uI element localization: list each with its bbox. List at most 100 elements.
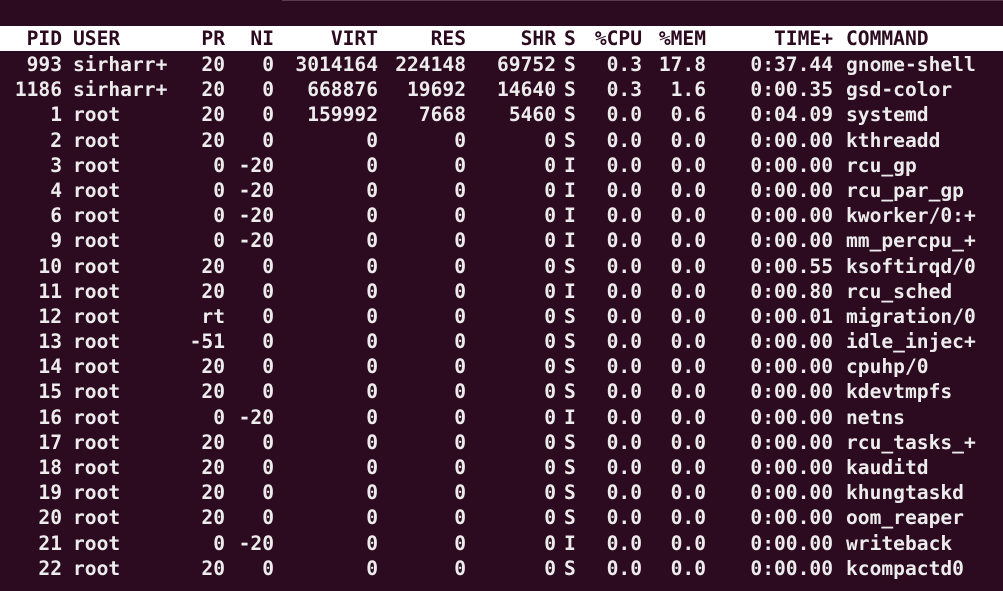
cell-mem: 0.0 bbox=[670, 229, 706, 253]
cell-cpu: 0.0 bbox=[606, 481, 642, 505]
cell-pr: rt bbox=[201, 304, 225, 328]
cell-pr: 20 bbox=[201, 481, 225, 505]
cell-shr: 0 bbox=[544, 229, 556, 253]
cell-ni: -20 bbox=[238, 531, 274, 555]
cell-res: 224148 bbox=[395, 53, 466, 76]
cell-pid: 9 bbox=[50, 229, 62, 253]
cell-virt: 0 bbox=[366, 531, 378, 555]
cell-command: idle_injec+ bbox=[846, 330, 976, 354]
cell-shr: 5460 bbox=[508, 103, 556, 127]
cell-pid: 1 bbox=[50, 103, 62, 127]
cell-ni: 0 bbox=[262, 103, 274, 127]
cell-pr: 0 bbox=[213, 531, 225, 555]
table-row: 13 root -51 0 0 0 0 S 0.0 0.0 0:00.00 idle_injec+ bbox=[0, 329, 1003, 354]
cell-user: root bbox=[73, 330, 121, 354]
cell-mem: 0.0 bbox=[670, 481, 706, 505]
cell-virt: 0 bbox=[366, 556, 378, 580]
table-row: 11 root 20 0 0 0 0 I 0.0 0.0 0:00.80 rcu_sched bbox=[0, 279, 1003, 304]
table-row: 21 root 0 -20 0 0 0 I 0.0 0.0 0:00.00 writeback bbox=[0, 531, 1003, 556]
cell-ni: 0 bbox=[262, 78, 274, 102]
cell-ni: 0 bbox=[262, 556, 274, 580]
cell-mem: 0.0 bbox=[670, 153, 706, 177]
cell-shr: 0 bbox=[544, 531, 556, 555]
cell-command: kdevtmpfs bbox=[846, 380, 953, 404]
cell-time: 0:00.00 bbox=[750, 128, 833, 152]
cell-shr: 0 bbox=[544, 481, 556, 505]
cell-mem: 0.0 bbox=[670, 355, 706, 379]
cell-res: 0 bbox=[454, 506, 466, 530]
cell-pid: 19 bbox=[38, 481, 62, 505]
cell-shr: 0 bbox=[544, 330, 556, 354]
cell-virt: 0 bbox=[366, 229, 378, 253]
cell-virt: 159992 bbox=[307, 103, 378, 127]
cell-mem: 0.0 bbox=[670, 456, 706, 479]
cell-cpu: 0.0 bbox=[606, 355, 642, 379]
cell-ni: 0 bbox=[262, 279, 274, 303]
cell-time: 0:00.00 bbox=[750, 153, 833, 177]
cell-mem: 0.0 bbox=[670, 178, 706, 202]
cell-shr: 0 bbox=[544, 380, 556, 404]
cell-res: 0 bbox=[454, 254, 466, 278]
table-row: 14 root 20 0 0 0 0 S 0.0 0.0 0:00.00 cpuhp/0 bbox=[0, 354, 1003, 379]
cell-user: sirharr+ bbox=[73, 78, 168, 102]
cell-shr: 0 bbox=[544, 456, 556, 479]
cell-virt: 668876 bbox=[307, 78, 378, 102]
cell-state: S bbox=[564, 53, 576, 76]
cell-pid: 15 bbox=[38, 380, 62, 404]
cell-user: root bbox=[73, 153, 121, 177]
cell-time: 0:00.55 bbox=[750, 254, 833, 278]
cell-pr: 20 bbox=[201, 128, 225, 152]
cell-user: sirharr+ bbox=[73, 53, 168, 76]
cell-state: S bbox=[564, 103, 576, 127]
cell-res: 0 bbox=[454, 178, 466, 202]
cell-ni: 0 bbox=[262, 456, 274, 479]
column-header-cpu: %CPU bbox=[594, 27, 642, 50]
cell-pr: 20 bbox=[201, 78, 225, 102]
cell-ni: 0 bbox=[262, 430, 274, 454]
cell-pid: 2 bbox=[50, 128, 62, 152]
cell-pid: 16 bbox=[38, 405, 62, 429]
cell-mem: 0.0 bbox=[670, 279, 706, 303]
cell-user: root bbox=[73, 254, 121, 278]
cell-time: 0:00.00 bbox=[750, 506, 833, 530]
cell-virt: 0 bbox=[366, 330, 378, 354]
cell-ni: 0 bbox=[262, 53, 274, 76]
cell-user: root bbox=[73, 531, 121, 555]
cell-state: I bbox=[564, 229, 576, 253]
cell-shr: 0 bbox=[544, 355, 556, 379]
cell-command: kthreadd bbox=[846, 128, 941, 152]
table-row: 19 root 20 0 0 0 0 S 0.0 0.0 0:00.00 khungtaskd bbox=[0, 480, 1003, 505]
cell-virt: 0 bbox=[366, 279, 378, 303]
cell-virt: 0 bbox=[366, 430, 378, 454]
cell-command: kauditd bbox=[846, 456, 929, 479]
cell-ni: -20 bbox=[238, 405, 274, 429]
table-row: 6 root 0 -20 0 0 0 I 0.0 0.0 0:00.00 kworker/0:+ bbox=[0, 203, 1003, 228]
cell-command: kcompactd0 bbox=[846, 556, 964, 580]
column-header-pid: PID bbox=[26, 27, 62, 50]
cell-virt: 3014164 bbox=[295, 53, 378, 76]
process-table-header: PID USER PR NI VIRT RES SHR S %CPU %MEM … bbox=[0, 26, 1003, 51]
process-table-body: 993 sirharr+ 20 0 3014164 224148 69752 S 0.3 17.8… bbox=[0, 52, 1003, 581]
cell-time: 0:00.35 bbox=[750, 78, 833, 102]
cell-user: root bbox=[73, 304, 121, 328]
cell-state: S bbox=[564, 556, 576, 580]
cell-pid: 13 bbox=[38, 330, 62, 354]
cell-pr: 0 bbox=[213, 153, 225, 177]
cell-cpu: 0.0 bbox=[606, 304, 642, 328]
cell-res: 0 bbox=[454, 481, 466, 505]
cell-pr: 20 bbox=[201, 254, 225, 278]
cell-shr: 0 bbox=[544, 506, 556, 530]
cell-shr: 0 bbox=[544, 128, 556, 152]
cell-state: S bbox=[564, 456, 576, 479]
cell-pid: 3 bbox=[50, 153, 62, 177]
cell-pid: 4 bbox=[50, 178, 62, 202]
cell-command: rcu_gp bbox=[846, 153, 917, 177]
table-row: 15 root 20 0 0 0 0 S 0.0 0.0 0:00.00 kdevtmpfs bbox=[0, 379, 1003, 404]
cell-user: root bbox=[73, 229, 121, 253]
cell-mem: 0.0 bbox=[670, 204, 706, 228]
table-row: 4 root 0 -20 0 0 0 I 0.0 0.0 0:00.00 rcu_par_gp bbox=[0, 178, 1003, 203]
cell-res: 0 bbox=[454, 456, 466, 479]
terminal-window[interactable]: PID USER PR NI VIRT RES SHR S %CPU %MEM … bbox=[0, 0, 1003, 591]
cell-pid: 993 bbox=[26, 53, 62, 76]
cell-command: kworker/0:+ bbox=[846, 204, 976, 228]
